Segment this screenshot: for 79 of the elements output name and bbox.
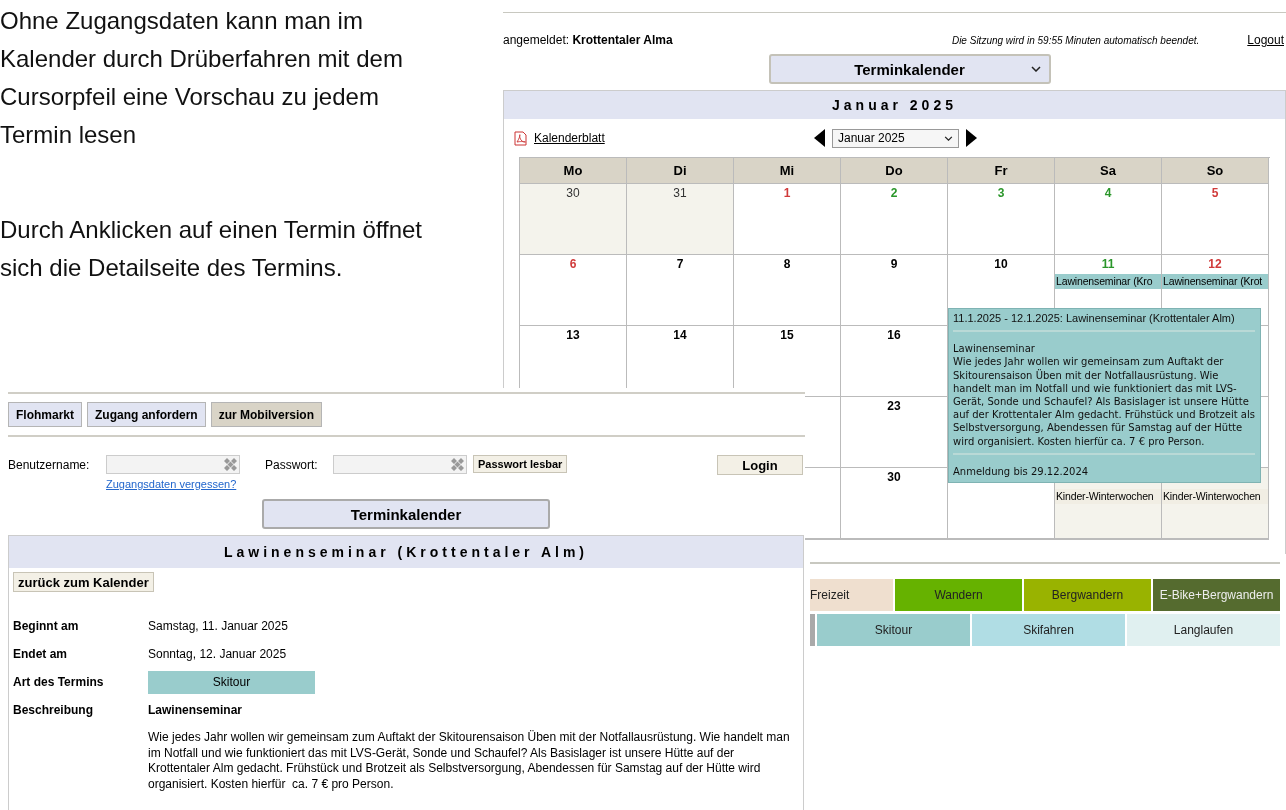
day-number[interactable]: 15 xyxy=(780,328,794,343)
category-legend-item: Skitour xyxy=(817,614,970,646)
day-number[interactable]: 6 xyxy=(569,257,577,272)
weekday-header: Sa xyxy=(1055,158,1162,184)
clear-icon[interactable] xyxy=(451,458,464,471)
category-legend-item: Langlaufen xyxy=(1127,614,1280,646)
tooltip-title: 11.1.2025 - 12.1.2025: Lawinenseminar (Krottentaler Alm) xyxy=(953,312,1236,326)
chevron-down-icon xyxy=(944,135,953,141)
event-entry[interactable]: Lawinenseminar (Krot xyxy=(1162,274,1268,289)
day-number[interactable]: 10 xyxy=(994,257,1008,272)
day-number[interactable]: 30 xyxy=(887,470,901,485)
next-arrow-icon[interactable] xyxy=(966,129,977,147)
month-select[interactable]: Januar 2025 xyxy=(832,128,959,148)
username-field[interactable] xyxy=(106,455,240,474)
field-label: Art des Termins xyxy=(13,675,105,689)
field-label: Endet am xyxy=(13,647,68,661)
event-entry[interactable]: Kinder-Winterwochen xyxy=(1055,489,1161,504)
field-value: Samstag, 11. Januar 2025 xyxy=(148,619,288,633)
slide-paragraph: Durch Anklicken auf einen Termin öffnet sich die Detailseite des Termins. xyxy=(0,215,424,283)
day-number[interactable]: 7 xyxy=(676,257,684,272)
username-label: Benutzername: xyxy=(8,458,91,472)
logout-link[interactable]: Logout xyxy=(1247,33,1284,47)
back-to-calendar-button[interactable]: zurück zum Kalender xyxy=(13,572,154,592)
chevron-down-icon xyxy=(1030,66,1041,72)
show-password-button[interactable]: Passwort lesbar xyxy=(473,455,568,473)
month-title: Januar 2025 xyxy=(504,91,1285,119)
day-number[interactable]: 4 xyxy=(1104,186,1112,201)
password-field[interactable] xyxy=(333,455,467,474)
event-title: Lawinenseminar (Krottentaler Alm) xyxy=(9,536,803,568)
day-number[interactable]: 13 xyxy=(566,328,580,343)
calendar-button[interactable]: Terminkalender xyxy=(262,499,550,529)
weekday-header: Di xyxy=(627,158,734,184)
slide-paragraph: Ohne Zugangsdaten kann man im Kalender durch Drüberfahren mit dem Cursorpfeil eine Vorschau zu jedem Termin lesen xyxy=(0,6,404,150)
day-number[interactable]: 1 xyxy=(783,186,791,201)
session-note: Die Sitzung wird in 59:55 Minuten automatisch beendet. xyxy=(951,35,1200,46)
tooltip-description: Wie jedes Jahr wollen wir gemeinsam zum Auftakt der Skitourensaison Üben mit der Notfallausrüstung. Wie handelt man im Notfall und wie funktioniert das mit LVS-Gerät, Sonde und Schaufel? Als Basislager ist unsere Hütte auf der Krottentaler Alm gedacht. Frühstück und Brotzeit als Selbstversorgung, Abendessen für Samstag auf der Hütte wird organisiert. Kosten hierfür ca. 7 € pro Person. xyxy=(953,355,1255,448)
category-legend-item: Bergwandern xyxy=(1024,579,1151,611)
category-tag: Skitour xyxy=(148,670,315,694)
day-number[interactable]: 14 xyxy=(673,328,687,343)
event-name: Lawinenseminar xyxy=(148,703,243,717)
day-number[interactable]: 5 xyxy=(1211,186,1219,201)
tooltip-event-name: Lawinenseminar xyxy=(953,342,1036,356)
nav-button[interactable]: Flohmarkt xyxy=(8,402,82,427)
weekday-header: Mo xyxy=(520,158,627,184)
view-select[interactable]: Terminkalender xyxy=(768,54,1051,84)
category-legend-item: Wandern xyxy=(895,579,1022,611)
calendar-sheet-link[interactable]: Kalenderblatt xyxy=(534,131,605,145)
field-label: Beschreibung xyxy=(13,703,94,717)
day-number[interactable]: 30 xyxy=(566,186,580,201)
day-number[interactable]: 23 xyxy=(887,399,901,414)
day-number[interactable]: 11 xyxy=(1101,257,1115,272)
day-number[interactable]: 16 xyxy=(887,328,901,343)
day-number[interactable]: 8 xyxy=(783,257,791,272)
forgot-credentials-link[interactable]: Zugangsdaten vergessen? xyxy=(106,478,240,490)
event-description: Wie jedes Jahr wollen wir gemeinsam zum Auftakt der Skitourensaison Üben mit der Notfallausrüstung. Wie handelt man im Notfall und wie funktioniert das mit LVS-Gerät, Sonde und Schaufel? Als Basislager ist unsere Hütte auf der Krottentaler Alm gedacht. Frühstück und Brotzeit als Selbstversorgung, Abendessen für Samstag auf der Hütte wird organisiert. Kosten hierfür ca. 7 € pro Person. xyxy=(148,730,791,792)
category-legend-item: E-Bike+Bergwandern xyxy=(1153,579,1280,611)
day-number[interactable]: 3 xyxy=(997,186,1005,201)
login-button[interactable]: Login xyxy=(717,455,803,475)
logged-in-label: angemeldet: Krottentaler Alma xyxy=(503,33,673,47)
previous-arrow-icon[interactable] xyxy=(814,129,825,147)
clear-icon[interactable] xyxy=(224,458,237,471)
event-entry[interactable]: Kinder-Winterwochen xyxy=(1162,489,1268,504)
event-entry[interactable]: Lawinenseminar (Kro xyxy=(1055,274,1161,289)
day-number[interactable]: 12 xyxy=(1208,257,1222,272)
field-value: Sonntag, 12. Januar 2025 xyxy=(148,647,287,661)
nav-button[interactable]: zur Mobilversion xyxy=(210,402,323,427)
category-legend-item: Freizeit xyxy=(810,579,893,611)
nav-button[interactable]: Zugang anfordern xyxy=(87,402,206,427)
day-number[interactable]: 31 xyxy=(673,186,687,201)
weekday-header: Fr xyxy=(948,158,1055,184)
category-legend-item: Skifahren xyxy=(972,614,1125,646)
day-number[interactable]: 2 xyxy=(890,186,898,201)
password-label: Passwort: xyxy=(265,458,319,472)
weekday-header: So xyxy=(1162,158,1269,184)
pdf-icon xyxy=(513,130,528,146)
weekday-header: Do xyxy=(841,158,948,184)
weekday-header: Mi xyxy=(734,158,841,184)
day-number[interactable]: 9 xyxy=(890,257,898,272)
field-label: Beginnt am xyxy=(13,619,80,633)
